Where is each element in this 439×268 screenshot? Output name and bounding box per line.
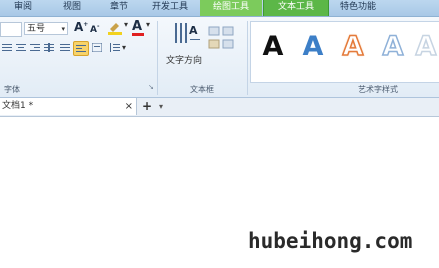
chevron-down-icon[interactable]: ▾ bbox=[124, 20, 128, 29]
wordart-style-blue[interactable]: A bbox=[293, 21, 333, 73]
grow-font-button[interactable]: A+ bbox=[74, 20, 88, 34]
watermark-text: hubeihong.com bbox=[248, 229, 413, 253]
svg-text:A: A bbox=[189, 24, 198, 37]
font-name-combo[interactable] bbox=[0, 22, 22, 37]
align-center-icon[interactable] bbox=[14, 42, 27, 53]
text-direction-icon: A bbox=[175, 23, 200, 43]
wordart-style-pale[interactable]: A bbox=[413, 21, 439, 73]
textbox-group-label: 文本框 bbox=[190, 85, 214, 94]
tab-section[interactable]: 章节 bbox=[98, 0, 140, 16]
document-tab-title: 文档1 * bbox=[2, 101, 34, 111]
menu-tab-bar: 审阅 视图 章节 开发工具 绘图工具 文本工具 特色功能 bbox=[0, 0, 439, 17]
justify-icon[interactable] bbox=[58, 42, 71, 53]
close-icon[interactable]: × bbox=[125, 98, 133, 115]
font-group-label: 字体 bbox=[4, 85, 20, 94]
tab-drawing-tools[interactable]: 绘图工具 bbox=[200, 0, 262, 16]
line-spacing-icon[interactable] bbox=[108, 42, 121, 53]
text-direction-button[interactable]: A 文字方向 bbox=[166, 21, 206, 66]
font-size-combo[interactable]: 五号 ▾ bbox=[24, 22, 68, 35]
group-separator bbox=[247, 21, 248, 95]
ribbon: 五号 ▾ A+ A- ▾ A ▾ ▾ 字体 ↘ A 文字方向 文本框 A A A… bbox=[0, 17, 439, 98]
wordart-style-light-outline[interactable]: A bbox=[373, 21, 413, 73]
align-left-selected-icon[interactable] bbox=[73, 41, 89, 56]
new-tab-button[interactable]: + bbox=[140, 99, 154, 114]
wordart-style-orange-outline[interactable]: A bbox=[333, 21, 373, 73]
chevron-down-icon[interactable]: ▾ bbox=[156, 99, 166, 114]
paragraph-settings-icon[interactable] bbox=[90, 42, 103, 53]
highlighter-icon bbox=[108, 23, 122, 35]
chevron-down-icon[interactable]: ▾ bbox=[146, 20, 150, 29]
align-right-icon[interactable] bbox=[28, 42, 41, 53]
text-direction-label: 文字方向 bbox=[166, 56, 203, 66]
highlight-button[interactable] bbox=[107, 20, 123, 35]
document-tab-bar: 文档1 * × + ▾ bbox=[0, 98, 439, 117]
dialog-launcher-icon[interactable]: ↘ bbox=[148, 83, 154, 91]
tab-text-tools[interactable]: 文本工具 bbox=[263, 0, 329, 16]
chevron-down-icon[interactable]: ▾ bbox=[122, 43, 126, 52]
tab-special-features[interactable]: 特色功能 bbox=[329, 0, 387, 16]
font-size-value: 五号 bbox=[27, 24, 46, 34]
font-color-swatch bbox=[132, 33, 144, 36]
shrink-font-button[interactable]: A- bbox=[90, 23, 99, 35]
font-color-button[interactable]: A bbox=[132, 19, 142, 34]
align-distributed-icon[interactable] bbox=[42, 42, 55, 53]
tab-view[interactable]: 视图 bbox=[50, 0, 94, 16]
document-tab[interactable]: 文档1 * × bbox=[0, 98, 137, 115]
list-icon[interactable] bbox=[0, 42, 13, 53]
tab-developer[interactable]: 开发工具 bbox=[142, 0, 198, 16]
tab-review[interactable]: 审阅 bbox=[0, 0, 46, 16]
wordart-group-label: 艺术字样式 bbox=[358, 85, 398, 94]
chevron-down-icon: ▾ bbox=[61, 25, 65, 33]
textbox-link-icon[interactable] bbox=[208, 25, 238, 54]
group-separator bbox=[157, 21, 158, 95]
wordart-style-black[interactable]: A bbox=[253, 21, 293, 73]
